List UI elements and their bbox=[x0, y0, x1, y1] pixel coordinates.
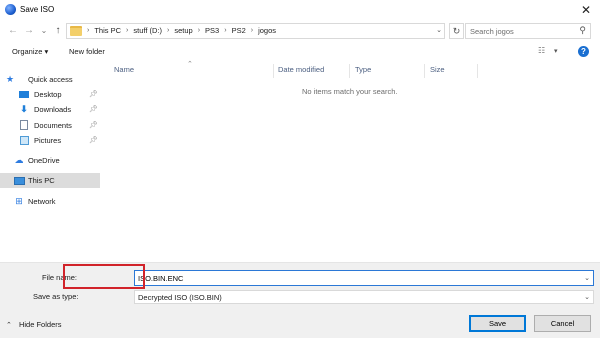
column-header-size[interactable]: Size bbox=[430, 65, 445, 74]
up-button[interactable]: ↑ bbox=[51, 24, 65, 38]
window-title: Save ISO bbox=[20, 5, 55, 14]
breadcrumb-item[interactable]: This PC bbox=[94, 26, 121, 35]
network-icon: ⊞ bbox=[15, 196, 23, 206]
close-button[interactable]: ✕ bbox=[572, 0, 600, 20]
sidebar-item-onedrive[interactable]: ☁ OneDrive bbox=[0, 153, 100, 168]
navigation-pane: ★ Quick access Desktop 📌︎ ⬇ Downloads 📌︎… bbox=[0, 62, 103, 262]
recent-locations-button[interactable]: ⌄ bbox=[37, 24, 51, 38]
chevron-right-icon[interactable]: › bbox=[224, 27, 226, 34]
breadcrumb-item[interactable]: jogos bbox=[258, 26, 276, 35]
sidebar-item-pictures[interactable]: Pictures 📌︎ bbox=[0, 133, 100, 148]
chevron-right-icon[interactable]: › bbox=[167, 27, 169, 34]
save-as-type-label: Save as type: bbox=[33, 292, 79, 301]
sidebar-item-label: Pictures bbox=[34, 136, 62, 145]
save-panel: File name: ISO.BIN.ENC ⌄ Save as type: D… bbox=[0, 262, 600, 338]
breadcrumb-item[interactable]: setup bbox=[174, 26, 192, 35]
column-header-date-modified[interactable]: Date modified bbox=[278, 65, 324, 74]
column-header-name[interactable]: Name bbox=[114, 65, 134, 74]
chevron-right-icon[interactable]: › bbox=[126, 27, 128, 34]
back-button[interactable]: ← bbox=[6, 24, 20, 38]
sidebar-item-label: Desktop bbox=[34, 90, 62, 99]
pin-icon: 📌︎ bbox=[89, 106, 98, 113]
sort-up-icon: ⌃ bbox=[187, 61, 193, 68]
sidebar-item-documents[interactable]: Documents 📌︎ bbox=[0, 118, 100, 133]
breadcrumb-item[interactable]: PS2 bbox=[232, 26, 246, 35]
save-button[interactable]: Save bbox=[469, 315, 526, 332]
search-input[interactable]: Search jogos ⚲ bbox=[465, 23, 591, 39]
download-icon: ⬇ bbox=[20, 104, 28, 114]
organize-button[interactable]: Organize ▾ bbox=[12, 47, 48, 56]
command-bar: Organize ▾ New folder ☷ ▾ ? bbox=[0, 42, 600, 62]
sidebar-item-label: OneDrive bbox=[28, 156, 60, 165]
empty-message: No items match your search. bbox=[302, 87, 398, 96]
chevron-right-icon[interactable]: › bbox=[198, 27, 200, 34]
chevron-down-icon[interactable]: ⌄ bbox=[584, 274, 590, 282]
chevron-up-icon: ⌃ bbox=[6, 322, 12, 329]
pictures-icon bbox=[20, 136, 29, 145]
app-icon bbox=[5, 4, 16, 15]
chevron-right-icon[interactable]: › bbox=[251, 27, 253, 34]
help-icon[interactable]: ? bbox=[578, 46, 589, 57]
chevron-right-icon: › bbox=[87, 27, 90, 34]
cancel-button[interactable]: Cancel bbox=[534, 315, 591, 332]
search-placeholder: Search jogos bbox=[470, 27, 514, 36]
annotation-highlight-box bbox=[63, 264, 145, 289]
pin-icon: 📌︎ bbox=[89, 137, 98, 144]
sidebar-item-desktop[interactable]: Desktop 📌︎ bbox=[0, 87, 100, 102]
sidebar-item-this-pc[interactable]: This PC bbox=[0, 173, 100, 188]
hide-folders-label: Hide Folders bbox=[18, 320, 62, 329]
sidebar-item-label: Quick access bbox=[28, 75, 73, 84]
breadcrumb: › This PC › stuff (D:) › setup › PS3 › P… bbox=[87, 26, 276, 35]
save-as-type-select[interactable]: Decrypted ISO (ISO.BIN) ⌄ bbox=[134, 290, 594, 304]
title-bar: Save ISO ✕ bbox=[0, 0, 600, 20]
address-bar[interactable]: › This PC › stuff (D:) › setup › PS3 › P… bbox=[66, 23, 445, 39]
breadcrumb-item[interactable]: stuff (D:) bbox=[133, 26, 162, 35]
forward-button[interactable]: → bbox=[22, 24, 36, 38]
computer-icon bbox=[14, 177, 25, 185]
pin-icon: 📌︎ bbox=[89, 122, 98, 129]
navigation-bar: ← → ⌄ ↑ › This PC › stuff (D:) › setup ›… bbox=[0, 20, 600, 42]
search-icon: ⚲ bbox=[579, 25, 586, 35]
column-header-type[interactable]: Type bbox=[355, 65, 371, 74]
pin-icon: 📌︎ bbox=[89, 91, 98, 98]
sidebar-item-network[interactable]: ⊞ Network bbox=[0, 194, 100, 209]
cloud-icon: ☁ bbox=[14, 155, 24, 165]
view-options-icon[interactable]: ☷ bbox=[538, 46, 550, 56]
star-icon: ★ bbox=[5, 74, 15, 84]
save-as-type-value: Decrypted ISO (ISO.BIN) bbox=[138, 293, 222, 302]
chevron-down-icon[interactable]: ⌄ bbox=[584, 293, 590, 301]
desktop-icon bbox=[19, 91, 29, 98]
new-folder-button[interactable]: New folder bbox=[69, 47, 105, 56]
column-divider[interactable] bbox=[424, 64, 425, 78]
sidebar-item-label: Documents bbox=[34, 121, 72, 130]
sidebar-item-label: This PC bbox=[28, 176, 55, 185]
chevron-down-icon[interactable]: ▾ bbox=[554, 47, 558, 55]
file-name-field[interactable]: ISO.BIN.ENC ⌄ bbox=[134, 270, 594, 286]
sidebar-item-label: Network bbox=[28, 197, 56, 206]
column-divider[interactable] bbox=[349, 64, 350, 78]
breadcrumb-item[interactable]: PS3 bbox=[205, 26, 219, 35]
documents-icon bbox=[20, 120, 28, 130]
folder-icon bbox=[70, 26, 82, 36]
file-list[interactable]: ⌃ Name Date modified Type Size No items … bbox=[104, 61, 600, 262]
column-divider[interactable] bbox=[273, 64, 274, 78]
sidebar-item-label: Downloads bbox=[34, 105, 72, 114]
sidebar-item-quick-access[interactable]: ★ Quick access bbox=[0, 72, 100, 87]
chevron-down-icon[interactable]: ⌄ bbox=[436, 26, 442, 34]
column-divider[interactable] bbox=[477, 64, 478, 78]
sidebar-item-downloads[interactable]: ⬇ Downloads 📌︎ bbox=[0, 102, 100, 117]
refresh-button[interactable]: ↻ bbox=[449, 23, 464, 39]
hide-folders-button[interactable]: ⌃ Hide Folders bbox=[6, 320, 62, 329]
